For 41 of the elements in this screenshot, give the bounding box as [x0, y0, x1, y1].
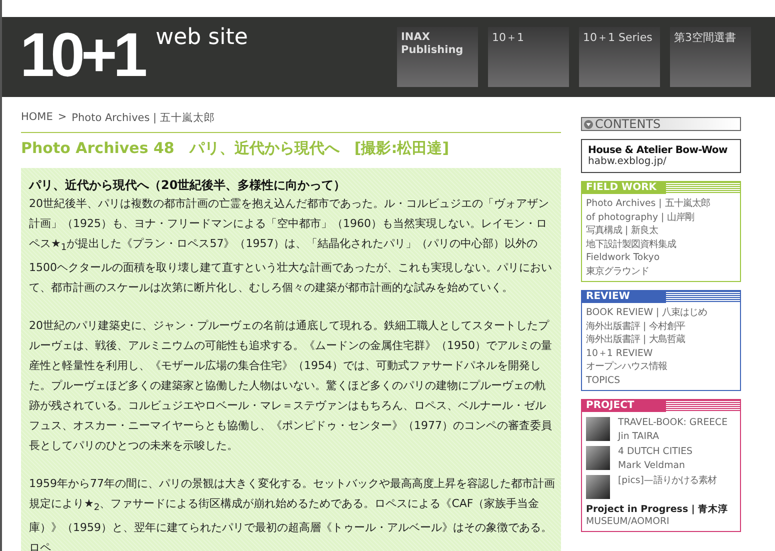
- sidebar-link[interactable]: 地下設計製図資料集成: [586, 238, 736, 251]
- featured-link[interactable]: House & Atelier Bow-Wow habw.exblog.jp/: [581, 139, 741, 173]
- sidebar-link[interactable]: Fieldwork Tokyo: [586, 251, 736, 264]
- nav-button[interactable]: 10＋1 Series: [579, 27, 660, 87]
- section-title: REVIEW: [582, 291, 666, 303]
- breadcrumb-link[interactable]: Photo Archives | 五十嵐太郎: [72, 111, 215, 125]
- nav-button[interactable]: 10＋1: [488, 27, 569, 87]
- contents-label: CONTENTS: [595, 118, 661, 130]
- sidebar-link[interactable]: TOPICS: [586, 374, 736, 387]
- triangle-icon: [584, 120, 593, 128]
- photo-placeholder[interactable]: [586, 475, 610, 499]
- section-title: PROJECT: [582, 400, 666, 412]
- sidebar-link[interactable]: Photo Archives | 五十嵐太郎: [586, 197, 736, 210]
- nav-button[interactable]: INAX Publishing: [397, 27, 478, 87]
- project-link[interactable]: Project in Progress | 青木淳: [586, 503, 736, 516]
- article-heading: パリ、近代から現代へ（20世紀後半、多様性に向かって）: [29, 177, 347, 194]
- project-link[interactable]: TRAVEL-BOOK: GREECE: [618, 416, 728, 430]
- sidebar-link[interactable]: オープンハウス情報: [586, 360, 736, 374]
- article-paragraph: 20世紀後半、パリは複数の都市計画の亡霊を抱え込んだ都市であった。ル・コルビュジエの「ヴォアザン計画」（1925）も、ヨナ・フリードマンによる「空中都市」（1960）も当然実現しない。レイモン・ロペス★$_{1}$が提出した《プラン・ロペス57》（1957）は、「結晶化されたパリ」（パリの中心部）以外の1500ヘクタールの面積を取り壊し建て直すという壮大な計画であったが、これも実現しない。パリにおいて、都市計画のスケールは次第に断片化し、むしろ個々の建築が都市計画的な試みを始めていく。: [29, 196, 553, 296]
- photo-placeholder[interactable]: [586, 446, 610, 470]
- logo-subtitle: web site: [156, 25, 248, 50]
- project-author[interactable]: Mark Veldman: [618, 458, 692, 472]
- page-title: Photo Archives 48 パリ、近代から現代へ [撮影:松田達]: [21, 139, 450, 158]
- sidebar-link[interactable]: 東京グラウンド: [586, 264, 736, 278]
- sidebar-link[interactable]: 海外出版書評 | 今村創平: [586, 320, 736, 333]
- sidebar-link[interactable]: 海外出版書評 | 大島哲蔵: [586, 333, 736, 346]
- logo[interactable]: 10+1: [20, 25, 144, 87]
- sidebar-link[interactable]: of photography | 山岸剛: [586, 210, 736, 224]
- article-paragraph: 20世紀のパリ建築史に、ジャン・プルーヴェの名前は通底して現れる。鉄細工職人としてスタートしたプルーヴェは、戦後、アルミニウムの可能性も追求する。《ムードンの金属住宅群》（1950）でアルミの量産性と軽量性を利用し、《モザール広場の集合住宅》（1954）では、可動式ファサードパネルを開発した。プルーヴェほど多くの建築家と協働した人物はいない。驚くほど多くのパリの建物にプルーヴェの軌跡が残されている。コルビュジエやロベール・マレ＝ステヴァンはもちろん、ロペス、ベルナール・ゼルフュス、オスカー・ニーマイヤーらとも協働し、《ポンピドゥ・センター》（1977）のコンペの審査委員長としてパリのひとつの未来を示唆した。: [29, 318, 553, 454]
- photo-placeholder[interactable]: [586, 417, 610, 441]
- breadcrumb-link[interactable]: HOME: [21, 111, 53, 125]
- project-author[interactable]: Jin TAIRA: [618, 430, 728, 443]
- project-subtitle: MUSEUM/AOMORI: [586, 516, 670, 528]
- project-link[interactable]: [pics]—語りかける素材: [618, 474, 716, 488]
- breadcrumb-separator: >: [58, 111, 67, 125]
- sidebar-link[interactable]: BOOK REVIEW | 八束はじめ: [586, 306, 736, 320]
- section-title: FIELD WORK: [582, 182, 666, 194]
- project-link[interactable]: 4 DUTCH CITIES: [618, 445, 692, 458]
- nav-button[interactable]: 第3空間選書: [670, 27, 751, 87]
- sidebar-link[interactable]: 写真構成 | 新良太: [586, 224, 736, 238]
- sidebar-link[interactable]: 10＋1 REVIEW: [586, 346, 736, 360]
